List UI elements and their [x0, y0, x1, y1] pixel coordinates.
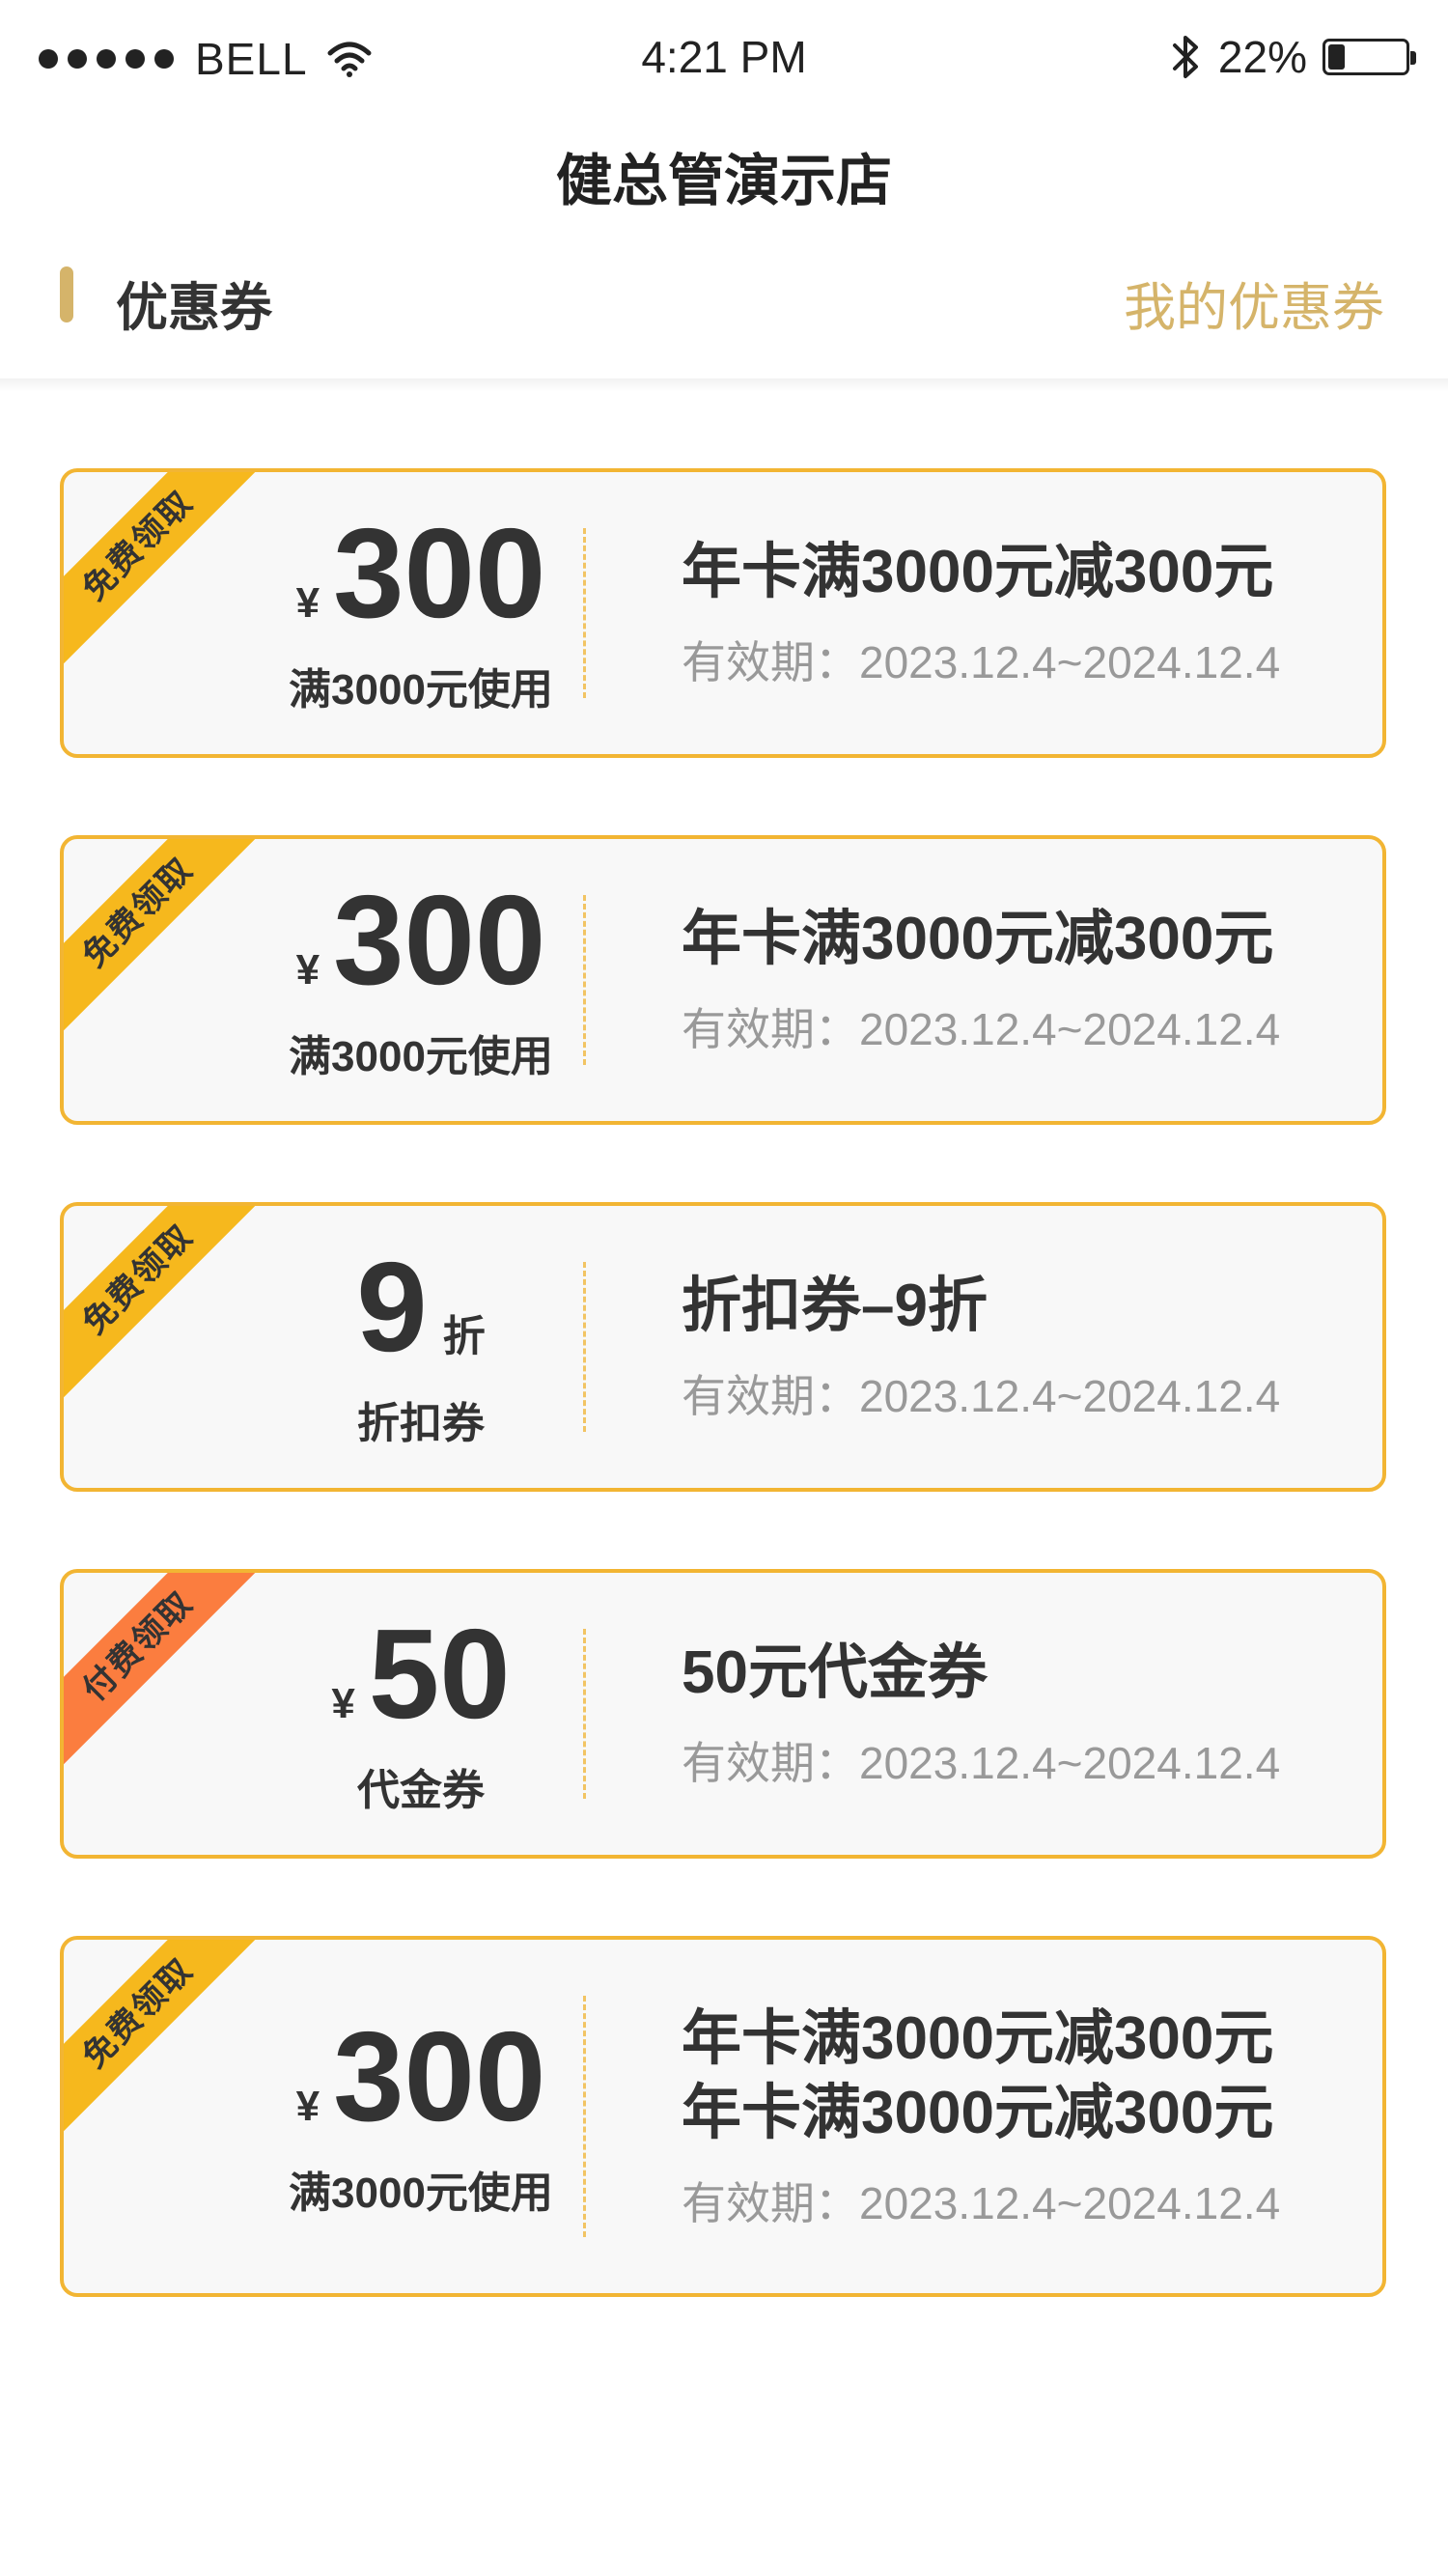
status-right: 22% — [1170, 31, 1416, 83]
coupon-condition: 折扣券 — [357, 1400, 485, 1447]
coupon-condition: 满3000元使用 — [289, 2170, 553, 2217]
coupon-value: ¥ 50 代金券 — [180, 1573, 662, 1855]
coupon-amount: 300 — [333, 2005, 546, 2147]
coupon-card[interactable]: 免费领取 9 折 折扣券 折扣券–9折 有效期：2023.12.4~2024.1… — [60, 1202, 1386, 1492]
status-bar: BELL 4:21 PM 22% — [0, 0, 1448, 116]
currency-symbol: ¥ — [295, 2083, 320, 2130]
coupon-divider — [583, 895, 586, 1065]
coupon-name: 折扣券–9折 — [682, 1273, 988, 1340]
coupon-info: 年卡满3000元减300元 年卡满3000元减300元 有效期：2023.12.… — [682, 1940, 1353, 2293]
coupon-name-line2: 年卡满3000元减300元 — [682, 2080, 1274, 2146]
coupon-card[interactable]: 免费领取 ¥ 300 满3000元使用 年卡满3000元减300元 有效期：20… — [60, 468, 1386, 758]
coupon-value: 9 折 折扣券 — [180, 1206, 662, 1488]
coupon-divider — [583, 1262, 586, 1432]
section-title: 优惠券 — [116, 279, 272, 337]
coupon-name: 年卡满3000元减300元 — [682, 2004, 1274, 2072]
coupon-card[interactable]: 免费领取 ¥ 300 满3000元使用 年卡满3000元减300元 年卡满300… — [60, 1936, 1386, 2297]
coupon-divider — [583, 528, 586, 698]
coupon-condition: 代金券 — [357, 1767, 485, 1814]
coupon-validity: 有效期：2023.12.4~2024.12.4 — [682, 1370, 1281, 1421]
coupon-validity: 有效期：2023.12.4~2024.12.4 — [682, 1003, 1281, 1054]
currency-symbol: ¥ — [295, 579, 320, 627]
coupon-amount: 300 — [333, 869, 546, 1011]
my-coupons-link[interactable]: 我的优惠券 — [1124, 265, 1384, 341]
battery-percent: 22% — [1217, 32, 1307, 82]
coupon-card[interactable]: 免费领取 ¥ 300 满3000元使用 年卡满3000元减300元 有效期：20… — [60, 835, 1386, 1125]
coupon-list: 免费领取 ¥ 300 满3000元使用 年卡满3000元减300元 有效期：20… — [60, 468, 1386, 2374]
coupon-name: 50元代金券 — [682, 1639, 988, 1707]
discount-unit: 折 — [442, 1313, 486, 1360]
coupon-name: 年卡满3000元减300元 — [682, 539, 1274, 606]
coupon-condition: 满3000元使用 — [289, 666, 553, 714]
coupon-info: 年卡满3000元减300元 有效期：2023.12.4~2024.12.4 — [682, 472, 1353, 754]
shop-title: 健总管演示店 — [555, 150, 892, 212]
coupon-name: 年卡满3000元减300元 — [682, 906, 1274, 973]
section-header: 优惠券 我的优惠券 — [0, 253, 1448, 340]
coupon-info: 年卡满3000元减300元 有效期：2023.12.4~2024.12.4 — [682, 839, 1353, 1121]
section-accent-bar — [60, 266, 73, 322]
coupon-info: 50元代金券 有效期：2023.12.4~2024.12.4 — [682, 1573, 1353, 1855]
coupon-validity: 有效期：2023.12.4~2024.12.4 — [682, 1737, 1281, 1788]
currency-symbol: ¥ — [331, 1680, 355, 1727]
coupon-divider — [583, 1629, 586, 1799]
coupon-value: ¥ 300 满3000元使用 — [180, 1940, 662, 2293]
coupon-value: ¥ 300 满3000元使用 — [180, 839, 662, 1121]
coupon-amount: 9 — [356, 1236, 428, 1378]
coupon-info: 折扣券–9折 有效期：2023.12.4~2024.12.4 — [682, 1206, 1353, 1488]
coupon-validity: 有效期：2023.12.4~2024.12.4 — [682, 636, 1281, 687]
coupon-validity: 有效期：2023.12.4~2024.12.4 — [682, 2177, 1281, 2228]
coupon-condition: 满3000元使用 — [289, 1033, 553, 1080]
coupon-card[interactable]: 付费领取 ¥ 50 代金券 50元代金券 有效期：2023.12.4~2024.… — [60, 1569, 1386, 1859]
currency-symbol: ¥ — [295, 946, 320, 994]
coupon-value: ¥ 300 满3000元使用 — [180, 472, 662, 754]
coupon-divider — [583, 1996, 586, 2237]
battery-level — [1328, 44, 1346, 70]
coupon-amount: 50 — [368, 1603, 511, 1745]
header-divider — [0, 378, 1448, 392]
battery-icon — [1323, 39, 1416, 75]
coupon-amount: 300 — [333, 502, 546, 644]
bluetooth-icon — [1172, 36, 1198, 78]
